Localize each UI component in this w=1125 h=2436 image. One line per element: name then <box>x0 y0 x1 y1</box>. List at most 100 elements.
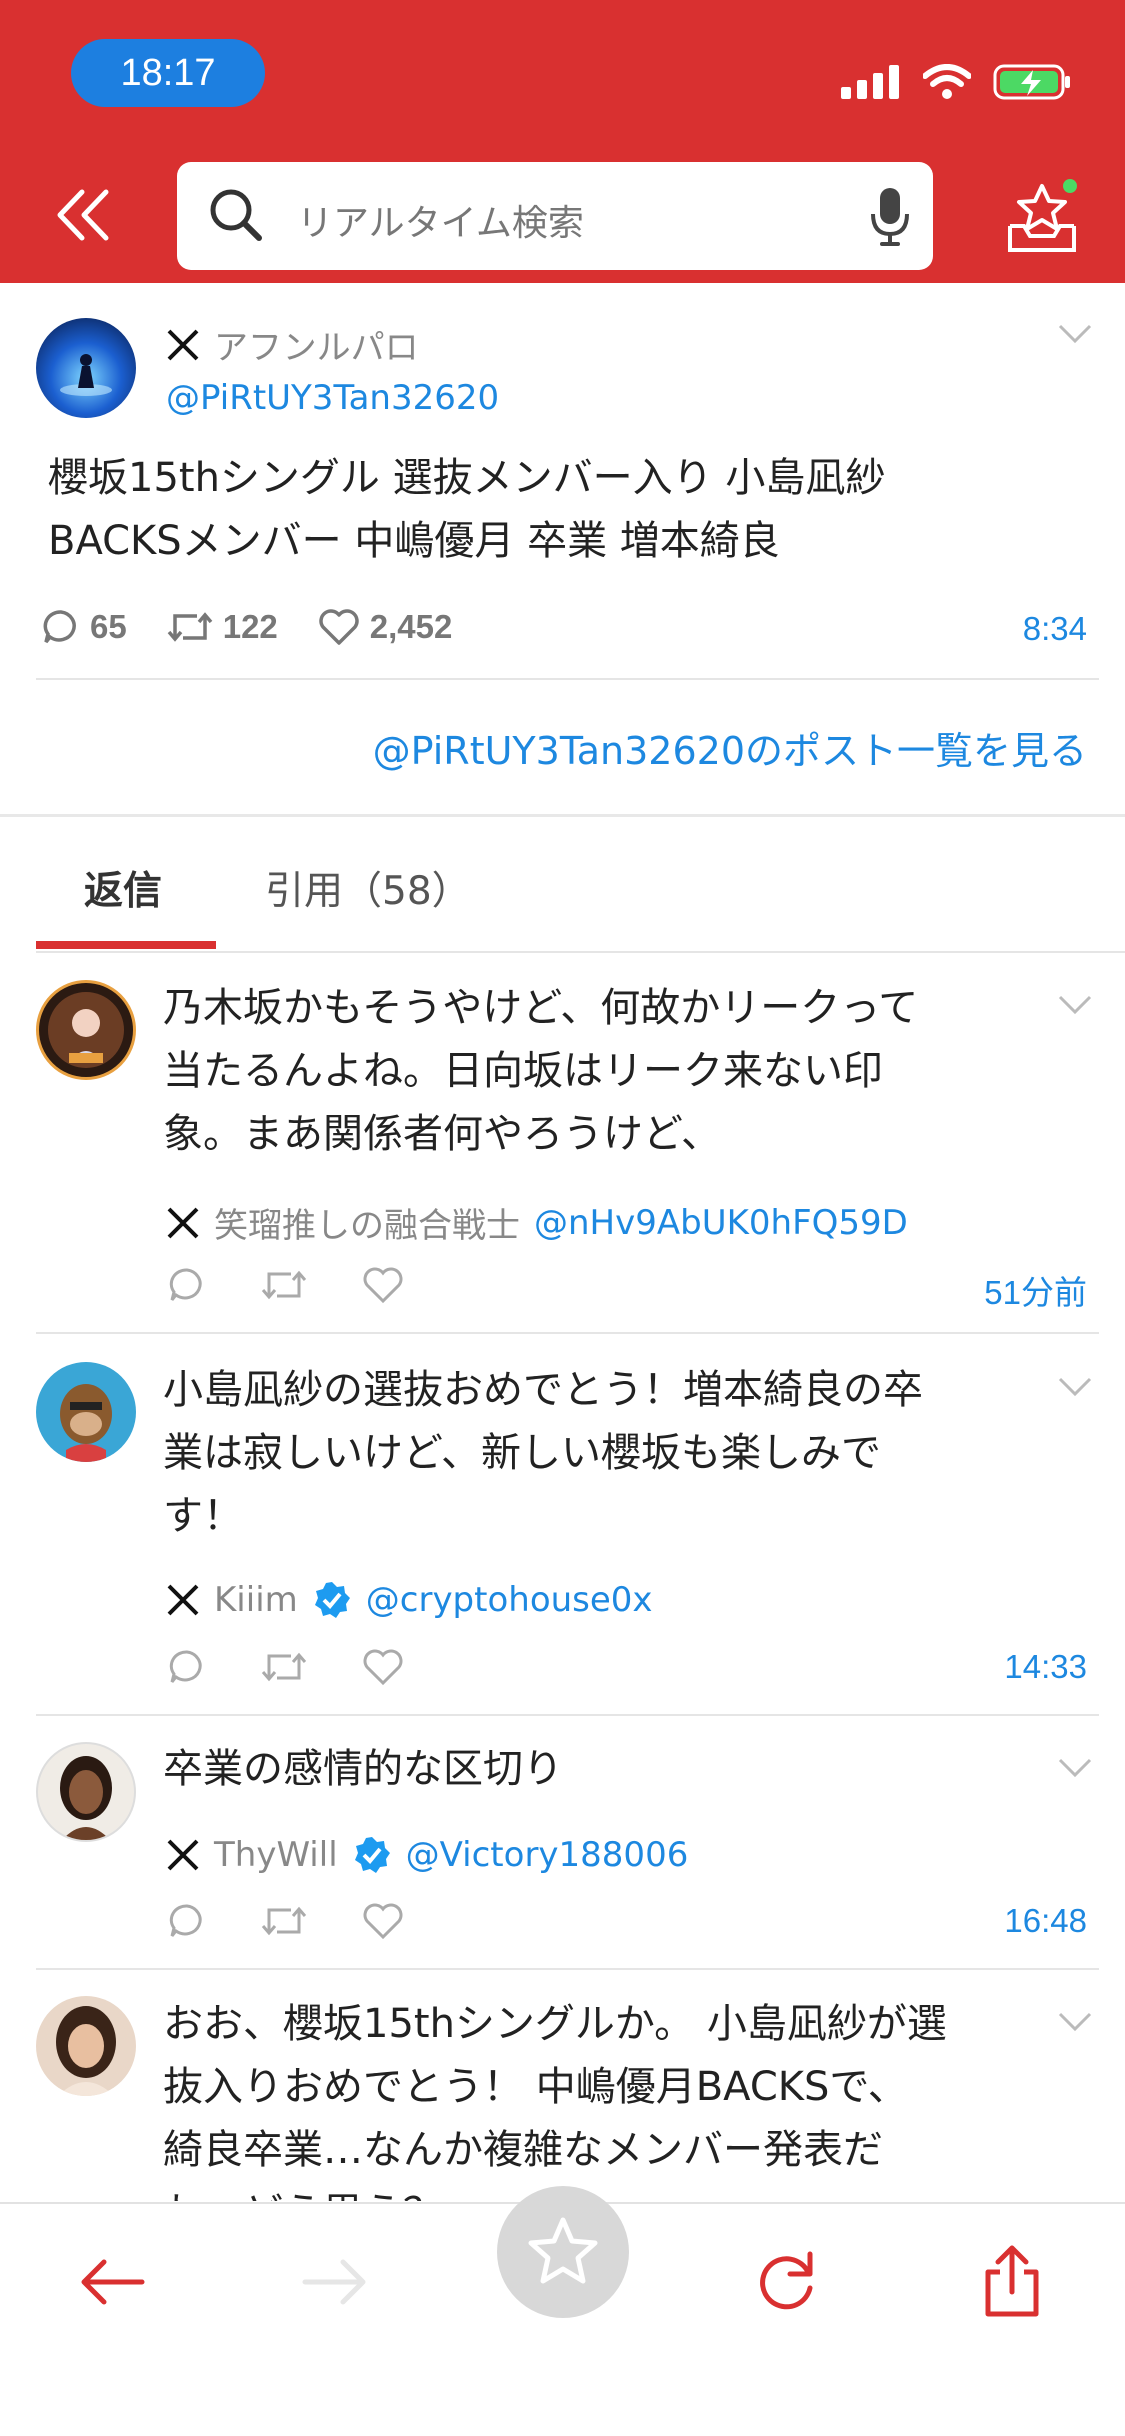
repost-icon[interactable] <box>261 1266 307 1304</box>
reply-avatar[interactable] <box>36 1742 136 1842</box>
reply-avatar[interactable] <box>36 980 136 1080</box>
double-chevron-left-icon <box>57 189 109 241</box>
divider <box>36 1968 1099 1970</box>
reply-time[interactable]: 51分前 <box>984 1266 1087 1314</box>
wifi-icon <box>923 64 971 99</box>
top-bar: リアルタイム検索 <box>0 150 1125 283</box>
reply-time[interactable]: 14:33 <box>1004 1648 1087 1686</box>
section-divider <box>0 814 1125 817</box>
reply-bubble-icon[interactable] <box>168 1648 206 1686</box>
reply-text-line: わ…どう思う？ <box>163 2182 1043 2201</box>
reload-icon <box>760 2251 813 2310</box>
reply-text-line: 当たるんよね。日向坂はリーク来ない印 <box>163 1048 883 1094</box>
verified-badge-icon <box>314 1582 350 1618</box>
battery-charging-icon <box>993 64 1070 100</box>
post-author-avatar[interactable] <box>36 318 136 418</box>
reply-text: 乃木坂かもそうやけど、何故かリークって 当たるんよね。日向坂はリーク来ない印 象… <box>163 977 1043 1166</box>
share-icon <box>985 2245 1039 2317</box>
tab-quotes[interactable]: 引用（58） <box>265 860 471 916</box>
like-count-button[interactable]: 2,452 <box>318 608 453 646</box>
divider <box>36 951 1125 953</box>
reply-author-handle[interactable]: @cryptohouse0x <box>366 1580 653 1620</box>
search-input[interactable]: リアルタイム検索 <box>177 162 933 270</box>
avatar-ape-image <box>60 1384 112 1462</box>
see-all-posts-link[interactable]: @PiRtUY3Tan32620のポスト一覧を見る <box>373 720 1087 775</box>
post-stats: 65 122 2,452 <box>42 608 452 646</box>
reply-text-line: 綺良卒業…なんか複雑なメンバー発表だ <box>163 2127 883 2173</box>
tab-replies[interactable]: 返信 <box>84 860 162 916</box>
reply-avatar[interactable] <box>36 1362 136 1462</box>
reply-bubble-icon[interactable] <box>168 1902 206 1940</box>
reload-button[interactable] <box>746 2242 826 2322</box>
reply-count-button[interactable]: 65 <box>42 608 127 646</box>
post-author-line: アフンルパロ <box>166 320 419 369</box>
post-author-handle[interactable]: @PiRtUY3Tan32620 <box>166 378 499 418</box>
reply-text-line: 乃木坂かもそうやけど、何故かリークって <box>163 985 919 1031</box>
reply-author-name: ThyWill <box>214 1835 338 1875</box>
like-count: 2,452 <box>369 608 453 645</box>
avatar-portrait-image <box>48 992 124 1068</box>
x-logo-icon <box>167 1584 199 1616</box>
heart-icon[interactable] <box>362 1648 404 1686</box>
reply-time[interactable]: 16:48 <box>1004 1902 1087 1940</box>
heart-icon[interactable] <box>362 1902 404 1940</box>
star-icon <box>528 2217 598 2284</box>
system-icons <box>841 62 1073 102</box>
post-text-line: 櫻坂15thシングル 選抜メンバー入り 小島凪紗 <box>48 455 886 501</box>
reply-author-line: ThyWill @Victory188006 <box>166 1835 688 1875</box>
share-button[interactable] <box>972 2242 1052 2322</box>
post-text: 櫻坂15thシングル 選抜メンバー入り 小島凪紗 BACKSメンバー 中嶋優月 … <box>48 447 1058 573</box>
reply-count: 65 <box>90 608 127 645</box>
reply-actions <box>168 1648 404 1686</box>
reply-text-line: 象。まあ関係者何やろうけど、 <box>163 1111 721 1157</box>
reply-author-line: Kiiim @cryptohouse0x <box>166 1580 653 1620</box>
post-text-line: BACKSメンバー 中嶋優月 卒業 増本綺良 <box>48 518 780 564</box>
star-tray-icon <box>1008 179 1077 252</box>
heart-icon <box>319 609 359 645</box>
heart-icon[interactable] <box>362 1266 404 1304</box>
chevron-down-icon[interactable] <box>1057 2010 1093 2034</box>
verified-badge-icon <box>354 1837 390 1873</box>
avatar-figure-image <box>60 354 112 396</box>
avatar-portrait-image <box>60 1756 112 1840</box>
forward-button[interactable] <box>295 2242 375 2322</box>
chevron-down-icon[interactable] <box>1057 322 1093 346</box>
bottom-toolbar <box>0 2186 1125 2436</box>
reply-avatar[interactable] <box>36 1996 136 2096</box>
reply-actions <box>168 1902 404 1940</box>
x-logo-icon <box>167 1207 199 1238</box>
search-icon <box>210 189 262 241</box>
reply-author-handle[interactable]: @nHv9AbUK0hFQ59D <box>534 1203 908 1243</box>
chevron-down-icon[interactable] <box>1057 1756 1093 1780</box>
reply-text-line: す！ <box>163 1493 243 1539</box>
reply-bubble-icon[interactable] <box>168 1266 206 1304</box>
repost-icon[interactable] <box>261 1648 307 1686</box>
reply-text-line: 小島凪紗の選抜おめでとう！増本綺良の卒 <box>163 1367 923 1413</box>
chevron-down-icon[interactable] <box>1057 993 1093 1017</box>
avatar-portrait-image <box>56 2006 116 2096</box>
reply-author-handle[interactable]: @Victory188006 <box>406 1835 689 1875</box>
reply-text: 小島凪紗の選抜おめでとう！増本綺良の卒 業は寂しいけど、新しい櫻坂も楽しみで す… <box>163 1359 1043 1548</box>
reply-text-line: 業は寂しいけど、新しい櫻坂も楽しみで <box>163 1430 881 1476</box>
chevron-down-icon[interactable] <box>1057 1375 1093 1399</box>
reply-text-line: 卒業の感情的な区切り <box>163 1746 563 1792</box>
reply-text-line: おお、櫻坂15thシングルか。 小島凪紗が選 <box>163 2001 947 2047</box>
back-button[interactable] <box>72 2242 152 2322</box>
reply-text-line: 抜入りおめでとう！ 中嶋優月BACKSで、 <box>163 2064 908 2110</box>
favorites-inbox-button[interactable] <box>1004 176 1080 256</box>
arrow-right-icon <box>302 2259 366 2305</box>
double-back-button[interactable] <box>48 180 118 250</box>
post-time[interactable]: 8:34 <box>1023 610 1087 648</box>
favorite-star-button[interactable] <box>497 2186 629 2318</box>
reply-text: おお、櫻坂15thシングルか。 小島凪紗が選 抜入りおめでとう！ 中嶋優月BAC… <box>163 1993 1043 2201</box>
x-logo-icon <box>167 1839 199 1871</box>
microphone-icon[interactable] <box>869 186 911 248</box>
repost-count-button[interactable]: 122 <box>167 608 278 646</box>
reply-author-line: 笑瑠推しの融合戦士 @nHv9AbUK0hFQ59D <box>166 1198 908 1247</box>
repost-icon[interactable] <box>261 1902 307 1940</box>
repost-count: 122 <box>222 608 278 645</box>
reply-tabs: 返信 引用（58） <box>0 818 1125 953</box>
search-placeholder: リアルタイム検索 <box>297 203 584 244</box>
cellular-signal-icon <box>841 65 899 99</box>
active-tab-indicator <box>36 941 216 949</box>
